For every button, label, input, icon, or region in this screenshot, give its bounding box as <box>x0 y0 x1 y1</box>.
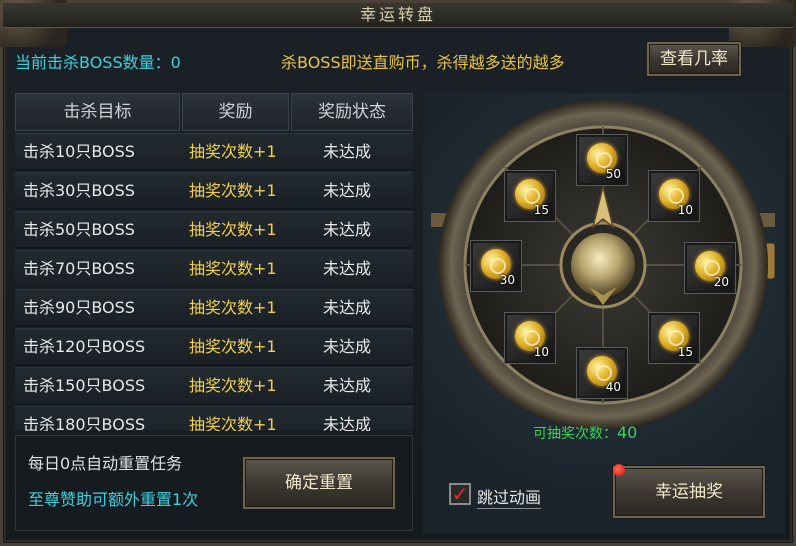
notification-dot-icon <box>613 464 625 476</box>
lucky-draw-button[interactable]: 幸运抽奖 <box>613 466 765 518</box>
slot-value: 10 <box>677 203 693 217</box>
row-reward: 抽奖次数+1 <box>189 181 277 200</box>
row-reward: 抽奖次数+1 <box>189 415 277 431</box>
row-reward: 抽奖次数+1 <box>189 298 277 317</box>
slot-value: 30 <box>499 273 515 287</box>
column-header-target: 击杀目标 <box>15 93 180 131</box>
row-reward: 抽奖次数+1 <box>189 376 277 395</box>
row-status: 未达成 <box>323 220 372 239</box>
row-status: 未达成 <box>323 142 372 161</box>
skip-animation-checkbox[interactable]: ✓ <box>449 483 471 505</box>
table-row: 击杀90只BOSS 抽奖次数+1 未达成 <box>15 289 413 326</box>
table-row: 击杀120只BOSS 抽奖次数+1 未达成 <box>15 328 413 365</box>
table-row: 击杀150只BOSS 抽奖次数+1 未达成 <box>15 367 413 404</box>
row-target: 击杀50只BOSS <box>23 220 135 239</box>
view-odds-button[interactable]: 查看几率 <box>647 42 741 76</box>
draw-count-label: 可抽奖次数： <box>533 426 617 442</box>
confirm-reset-button[interactable]: 确定重置 <box>243 457 395 509</box>
table-row: 击杀50只BOSS 抽奖次数+1 未达成 <box>15 211 413 248</box>
kill-count-text: 当前击杀BOSS数量：0 <box>15 53 181 72</box>
row-target: 击杀90只BOSS <box>23 298 135 317</box>
row-target: 击杀70只BOSS <box>23 259 135 278</box>
task-table: 击杀目标 奖励 奖励状态 击杀10只BOSS 抽奖次数+1 未达成 击杀30只B… <box>15 93 413 431</box>
table-row: 击杀30只BOSS 抽奖次数+1 未达成 <box>15 172 413 209</box>
promo-text: 杀BOSS即送直购币，杀得越多送的越多 <box>281 53 565 72</box>
table-row: 击杀180只BOSS 抽奖次数+1 未达成 <box>15 406 413 431</box>
row-reward: 抽奖次数+1 <box>189 142 277 161</box>
window-title: 幸运转盘 <box>3 3 793 28</box>
slot-value: 50 <box>605 167 621 181</box>
row-reward: 抽奖次数+1 <box>189 259 277 278</box>
slot-value: 15 <box>533 203 549 217</box>
row-status: 未达成 <box>323 337 372 356</box>
wheel-slot: 15 <box>505 171 555 221</box>
wheel-slot: 10 <box>505 313 555 363</box>
row-reward: 抽奖次数+1 <box>189 337 277 356</box>
row-status: 未达成 <box>323 298 372 317</box>
row-target: 击杀180只BOSS <box>23 415 146 431</box>
wheel-slot: 50 <box>577 135 627 185</box>
row-status: 未达成 <box>323 181 372 200</box>
skip-animation-label[interactable]: 跳过动画 <box>477 484 542 509</box>
draw-count: 可抽奖次数：40 <box>533 423 637 443</box>
slot-value: 40 <box>605 380 621 394</box>
slot-value: 15 <box>677 345 693 359</box>
row-reward: 抽奖次数+1 <box>189 220 277 239</box>
slot-value: 10 <box>533 345 549 359</box>
row-target: 击杀120只BOSS <box>23 337 146 356</box>
row-status: 未达成 <box>323 376 372 395</box>
slot-value: 20 <box>713 275 729 289</box>
row-target: 击杀30只BOSS <box>23 181 135 200</box>
wheel-slot: 30 <box>471 241 521 291</box>
table-row: 击杀70只BOSS 抽奖次数+1 未达成 <box>15 250 413 287</box>
wheel-slot: 20 <box>685 243 735 293</box>
lucky-wheel-window: 幸运转盘 当前击杀BOSS数量：0 杀BOSS即送直购币，杀得越多送的越多 查看… <box>0 0 796 546</box>
wheel-slot: 40 <box>577 348 627 398</box>
column-header-reward: 奖励 <box>182 93 289 131</box>
row-status: 未达成 <box>323 259 372 278</box>
wheel-slot: 15 <box>649 313 699 363</box>
vip-reset-text: 至尊赞助可额外重置1次 <box>28 490 199 509</box>
daily-reset-text: 每日0点自动重置任务 <box>28 454 183 473</box>
wheel-orb <box>571 233 635 297</box>
row-target: 击杀150只BOSS <box>23 376 146 395</box>
table-row: 击杀10只BOSS 抽奖次数+1 未达成 <box>15 133 413 170</box>
wheel-slot: 10 <box>649 171 699 221</box>
row-target: 击杀10只BOSS <box>23 142 135 161</box>
row-status: 未达成 <box>323 415 372 431</box>
column-header-status: 奖励状态 <box>291 93 413 131</box>
draw-count-value: 40 <box>617 423 638 442</box>
